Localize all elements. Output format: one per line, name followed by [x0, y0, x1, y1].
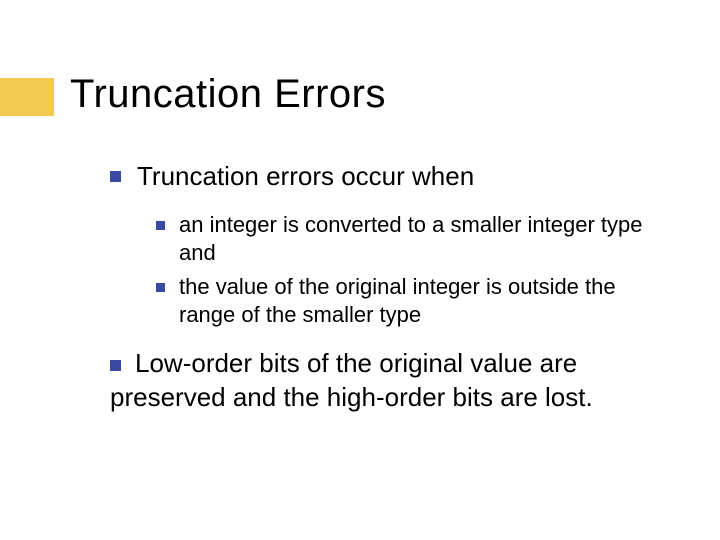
slide-title: Truncation Errors — [70, 72, 386, 117]
bullet-text: Low-order bits of the original value are… — [110, 348, 593, 412]
square-bullet-icon — [156, 221, 165, 230]
title-accent-block — [0, 78, 54, 116]
bullet-level1-wrapped: Low-order bits of the original value are… — [110, 347, 670, 415]
bullet-level1: Truncation errors occur when — [110, 160, 670, 193]
sub-bullet-group: an integer is converted to a smaller int… — [156, 211, 670, 330]
bullet-text: the value of the original integer is out… — [179, 273, 670, 329]
bullet-text: an integer is converted to a smaller int… — [179, 211, 670, 267]
bullet-level2: an integer is converted to a smaller int… — [156, 211, 670, 267]
bullet-text: Truncation errors occur when — [137, 160, 474, 193]
square-bullet-icon — [110, 171, 121, 182]
slide-body: Truncation errors occur when an integer … — [110, 160, 670, 415]
bullet-level2: the value of the original integer is out… — [156, 273, 670, 329]
square-bullet-icon — [110, 360, 121, 371]
slide: Truncation Errors Truncation errors occu… — [0, 0, 720, 540]
square-bullet-icon — [156, 283, 165, 292]
